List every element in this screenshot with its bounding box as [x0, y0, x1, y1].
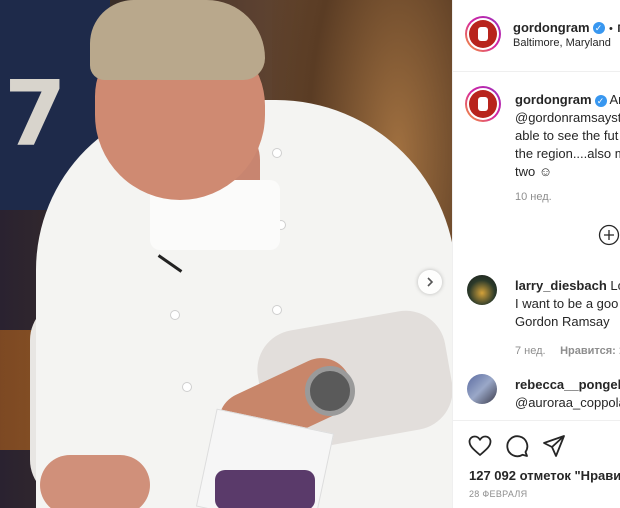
comment-item: rebecca__pongelli @auroraa_coppola [515, 376, 620, 412]
post-caption: gordongram✓ An @gordonramsayst able to s… [515, 91, 620, 203]
caption-line: able to see the fut [515, 128, 619, 143]
jersey-number: 7 [4, 62, 67, 167]
post-header: gordongram✓ • П Baltimore, Maryland [453, 0, 620, 72]
load-more-comments-button[interactable] [596, 222, 620, 248]
verified-badge-icon: ✓ [592, 21, 605, 34]
share-button[interactable] [541, 433, 567, 459]
comment-likes[interactable]: Нравится: 1 [560, 345, 620, 357]
likes-count[interactable]: 127 092 отметок "Нравит [469, 467, 620, 485]
comment-username[interactable]: rebecca__pongelli [515, 377, 620, 392]
jacket-button [272, 148, 282, 158]
caption-avatar[interactable] [465, 86, 501, 122]
add-comment-icon [598, 224, 620, 246]
comment-age[interactable]: 7 нед. [515, 345, 546, 357]
jacket-button [182, 382, 192, 392]
caption-line: the region....also m [515, 146, 620, 161]
comment-text-start: Lov [610, 278, 620, 293]
comment-button[interactable] [504, 433, 530, 459]
heart-icon [468, 435, 492, 456]
like-button[interactable] [467, 433, 493, 459]
commenter-avatar[interactable] [467, 275, 497, 305]
purple-fries [215, 470, 315, 508]
carousel-next-button[interactable] [418, 270, 442, 294]
share-icon [543, 435, 565, 457]
verified-badge-icon: ✓ [594, 94, 607, 107]
wrist-watch [305, 366, 355, 416]
post-date[interactable]: 28 ФЕВРАЛЯ [469, 489, 527, 499]
jacket-button [272, 305, 282, 315]
chevron-right-icon [427, 277, 434, 287]
post-sidebar: gordongram✓ • П Baltimore, Maryland gord… [452, 0, 620, 508]
header-separator: • [609, 23, 613, 35]
caption-username[interactable]: gordongram [515, 92, 592, 107]
chef-hair [90, 0, 265, 80]
caption-mention[interactable]: @gordonramsayst [515, 109, 620, 127]
author-username[interactable]: gordongram [513, 20, 590, 35]
post-actions: 127 092 отметок "Нравит 28 ФЕВРАЛЯ [453, 420, 620, 508]
caption-text-start: An [609, 92, 620, 107]
author-avatar[interactable] [465, 16, 501, 52]
caption-age[interactable]: 10 нед. [515, 191, 620, 203]
comment-item: larry_diesbach Lov I want to be a goo Go… [515, 277, 620, 359]
comment-line: Gordon Ramsay [515, 314, 610, 329]
comment-icon [506, 435, 529, 458]
chef-left-hand [40, 455, 150, 508]
post-photo[interactable]: 7 [0, 0, 452, 508]
comment-username[interactable]: larry_diesbach [515, 278, 607, 293]
post-location[interactable]: Baltimore, Maryland [513, 37, 611, 49]
jacket-button [170, 310, 180, 320]
commenter-avatar[interactable] [467, 374, 497, 404]
comment-line: I want to be a goo [515, 296, 619, 311]
comment-mention[interactable]: @auroraa_coppola [515, 394, 620, 412]
caption-line: two ☺︎ [515, 164, 553, 179]
